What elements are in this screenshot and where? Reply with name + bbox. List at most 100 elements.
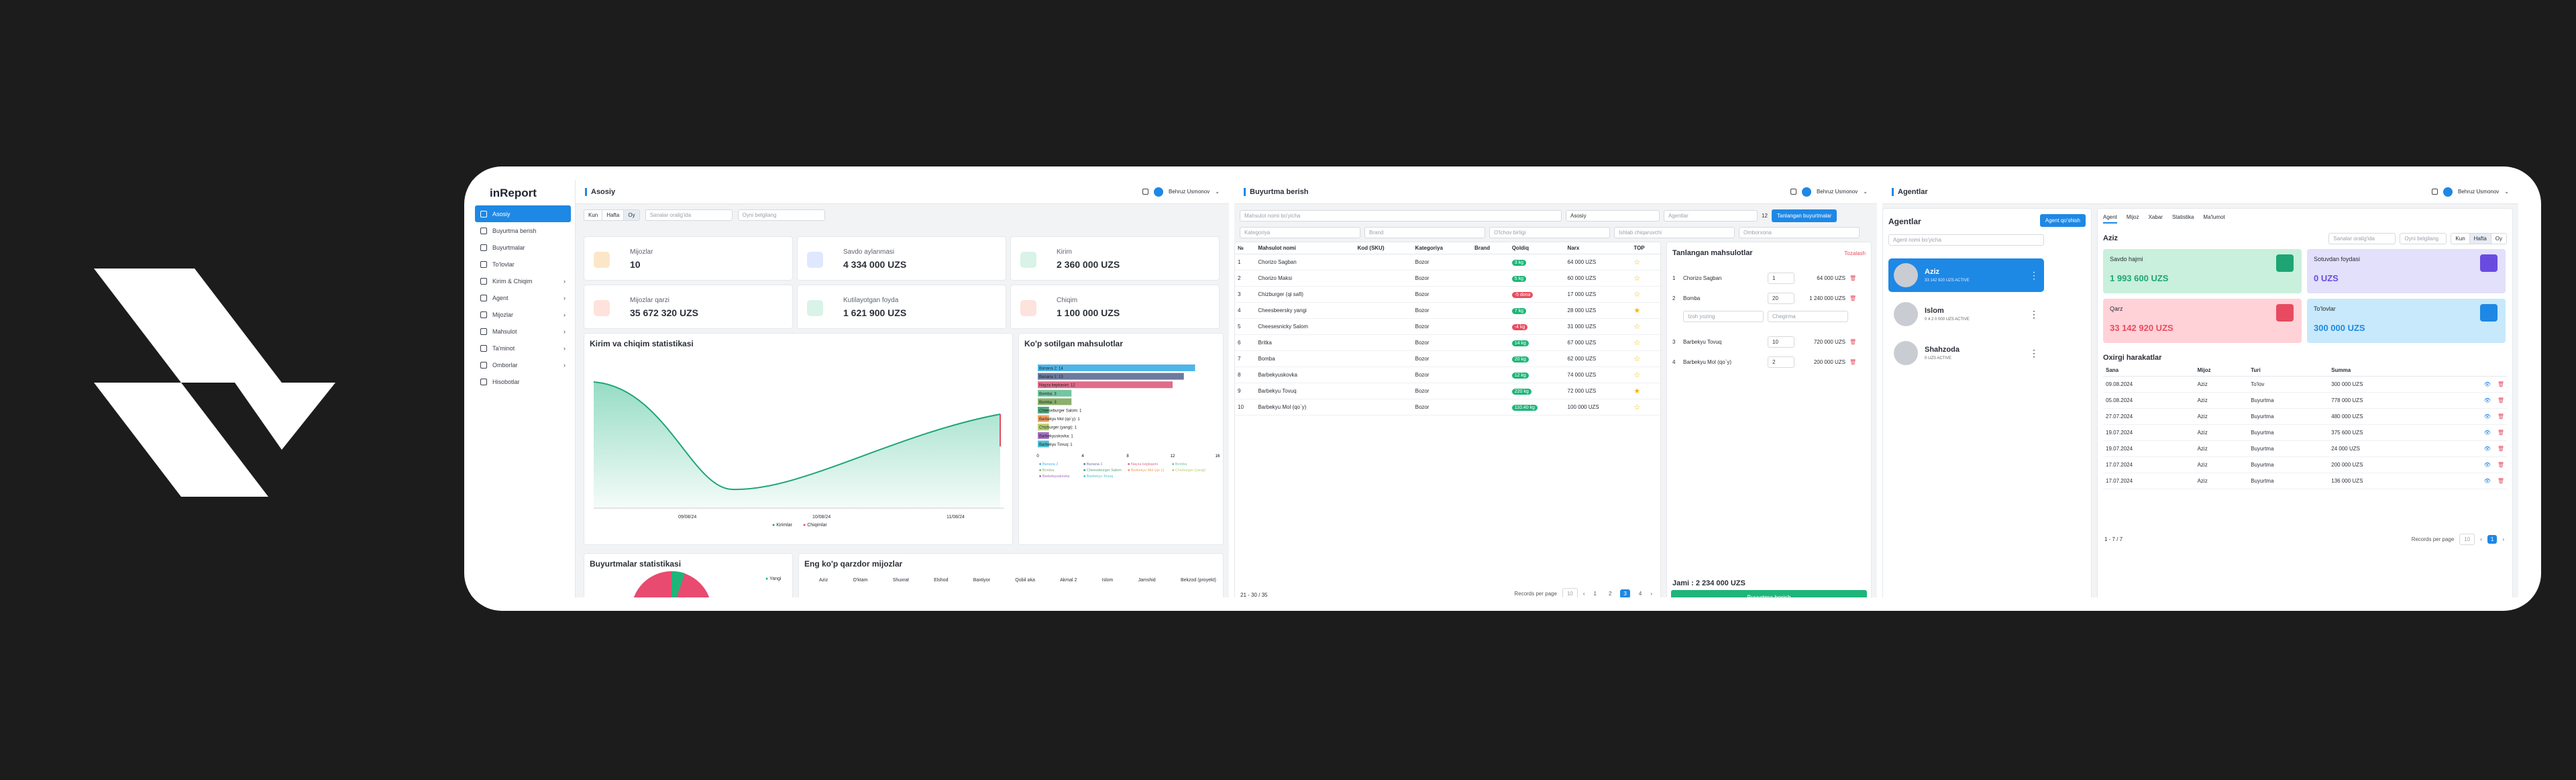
add-agent-button[interactable]: Agent qo'shish bbox=[2039, 214, 2086, 227]
star-icon[interactable]: ☆ bbox=[1633, 339, 1640, 347]
sidebar-item[interactable]: Omborlar › bbox=[475, 356, 571, 373]
trash-icon[interactable]: 🗑 bbox=[2498, 446, 2504, 452]
avatar[interactable] bbox=[1801, 187, 1811, 197]
table-row[interactable]: 10 Barbekyu Mol (qo`y) Bozor 110.40 kg 100 0… bbox=[1235, 399, 1660, 416]
star-icon[interactable]: ★ bbox=[1633, 307, 1640, 315]
period-day[interactable]: Kun bbox=[584, 210, 603, 220]
table-row[interactable]: 5 Cheesesnicky Salom Bozor -4 kg 31 000 UZS ☆ bbox=[1235, 318, 1660, 335]
filter-select[interactable]: O'lchov birligi bbox=[1489, 227, 1610, 238]
column-header[interactable]: Mahsulot nomi bbox=[1255, 242, 1355, 254]
table-row[interactable]: 4 Cheesbeersky yangi Bozor 7 kg 28 000 UZS ★ bbox=[1235, 302, 1660, 319]
period-day[interactable]: Kun bbox=[2451, 234, 2470, 244]
sidebar-item[interactable]: Mijozlar › bbox=[475, 306, 571, 323]
column-header[interactable]: Kategoriya bbox=[1412, 242, 1472, 254]
period-month[interactable]: Oy bbox=[2491, 234, 2506, 244]
date-range-input[interactable]: Sanalar oralig'ida bbox=[2328, 233, 2396, 244]
warehouse-select[interactable]: Asosiy bbox=[1566, 210, 1660, 222]
quantity-input[interactable]: 1 bbox=[1768, 272, 1794, 284]
eye-icon[interactable]: 👁 bbox=[2484, 381, 2491, 387]
next-page-icon[interactable]: › bbox=[2502, 536, 2504, 542]
eye-icon[interactable]: 👁 bbox=[2484, 430, 2491, 436]
period-toggle[interactable]: Kun Hafta Oy bbox=[584, 209, 640, 221]
note-input[interactable]: Izoh yozing bbox=[1683, 311, 1764, 322]
date-range-input[interactable]: Sanalar oralig'ida bbox=[645, 209, 733, 221]
filter-select[interactable]: Ishlab chiqaruvchi bbox=[1614, 227, 1735, 238]
tab[interactable]: Agent bbox=[2103, 214, 2117, 224]
filter-select[interactable]: Brand bbox=[1364, 227, 1485, 238]
page-button[interactable]: 2 bbox=[1605, 589, 1615, 597]
eye-icon[interactable]: 👁 bbox=[2484, 478, 2491, 484]
table-row[interactable]: 05.08.2024 Aziz Buyurtma 778 000 UZS 👁 🗑 bbox=[2103, 392, 2507, 409]
table-row[interactable]: 17.07.2024 Aziz Buyurtma 136 000 UZS 👁 🗑 bbox=[2103, 473, 2507, 489]
chevron-down-icon[interactable]: ⌄ bbox=[1863, 189, 1868, 195]
table-row[interactable]: 17.07.2024 Aziz Buyurtma 200 000 UZS 👁 🗑 bbox=[2103, 456, 2507, 473]
eye-icon[interactable]: 👁 bbox=[2484, 397, 2491, 403]
rpp-select[interactable]: 10 bbox=[2459, 534, 2475, 545]
quantity-input[interactable]: 2 bbox=[1768, 356, 1794, 368]
trash-icon[interactable]: 🗑 bbox=[1849, 275, 1856, 281]
table-row[interactable]: 19.07.2024 Aziz Buyurtma 24 000 UZS 👁 🗑 bbox=[2103, 440, 2507, 457]
star-icon[interactable]: ☆ bbox=[1633, 275, 1640, 283]
period-week[interactable]: Hafta bbox=[2469, 234, 2491, 244]
prev-page-icon[interactable]: ‹ bbox=[2480, 536, 2482, 542]
column-header[interactable]: Brand bbox=[1471, 242, 1509, 254]
tab[interactable]: Statistika bbox=[2172, 214, 2194, 224]
tab[interactable]: Xabar bbox=[2149, 214, 2163, 224]
more-vertical-icon[interactable]: ⋮ bbox=[2029, 348, 2039, 359]
page-button[interactable]: 1 bbox=[2487, 535, 2498, 544]
trash-icon[interactable]: 🗑 bbox=[2498, 478, 2504, 484]
user-name[interactable]: Behruz Usmonov bbox=[1817, 189, 1858, 195]
column-header[interactable]: № bbox=[1235, 242, 1256, 254]
agent-item[interactable]: Aziz 33 142 920 UZS ACTIVE ⋮ bbox=[1888, 258, 2044, 292]
table-row[interactable]: 3 Chizburger (qi safi) Bozor -5 dona 17 000 … bbox=[1235, 286, 1660, 303]
column-header[interactable]: TOP bbox=[1631, 242, 1660, 254]
star-icon[interactable]: ★ bbox=[1633, 387, 1640, 395]
column-header[interactable]: Qoldiq bbox=[1509, 242, 1565, 254]
trash-icon[interactable]: 🗑 bbox=[2498, 381, 2504, 387]
agent-search-input[interactable]: Agent nomi bo'yicha bbox=[1888, 234, 2044, 246]
table-row[interactable]: 1 Chorizo Sagban Bozor 3 kg 64 000 UZS ☆ bbox=[1235, 254, 1660, 271]
sidebar-item[interactable]: Buyurtma berish bbox=[475, 222, 571, 239]
filter-select[interactable]: Kategoriya bbox=[1240, 227, 1360, 238]
sidebar-item[interactable]: Mahsulot › bbox=[475, 323, 571, 340]
discount-input[interactable]: Chegirma bbox=[1768, 311, 1848, 322]
trash-icon[interactable]: 🗑 bbox=[2498, 430, 2504, 436]
column-header[interactable]: Kod (SKU) bbox=[1354, 242, 1413, 254]
user-name[interactable]: Behruz Usmonov bbox=[2458, 189, 2499, 195]
table-row[interactable]: 19.07.2024 Aziz Buyurtma 375 600 UZS 👁 🗑 bbox=[2103, 424, 2507, 441]
quantity-input[interactable]: 10 bbox=[1768, 336, 1794, 348]
table-row[interactable]: 2 Chorizo Maksi Bozor 5 kg 60 000 UZS ☆ bbox=[1235, 270, 1660, 287]
sidebar-item[interactable]: Asosiy bbox=[475, 205, 571, 222]
column-header[interactable]: Narx bbox=[1564, 242, 1631, 254]
star-icon[interactable]: ☆ bbox=[1633, 323, 1640, 331]
trash-icon[interactable]: 🗑 bbox=[2498, 413, 2504, 420]
chevron-down-icon[interactable]: ⌄ bbox=[2504, 189, 2509, 195]
agent-item[interactable]: Islom 0 4 2 0 000 UZS ACTIVE ⋮ bbox=[1888, 297, 2044, 331]
lock-icon[interactable] bbox=[1790, 189, 1796, 195]
page-button[interactable]: 4 bbox=[1635, 589, 1645, 597]
selected-orders-button[interactable]: Tanlangan buyurtmalar bbox=[1771, 209, 1837, 222]
table-row[interactable]: 09.08.2024 Aziz To'lov 300 000 UZS 👁 🗑 bbox=[2103, 376, 2507, 393]
star-icon[interactable]: ☆ bbox=[1633, 291, 1640, 299]
tab[interactable]: Ma'lumot bbox=[2203, 214, 2224, 224]
star-icon[interactable]: ☆ bbox=[1633, 258, 1640, 266]
star-icon[interactable]: ☆ bbox=[1633, 403, 1640, 411]
page-button[interactable]: 3 bbox=[1620, 589, 1630, 597]
month-input[interactable]: Oyni belgilang bbox=[2400, 233, 2447, 244]
rpp-select[interactable]: 10 bbox=[1562, 588, 1578, 597]
trash-icon[interactable]: 🗑 bbox=[1849, 339, 1856, 345]
page-button[interactable]: 1 bbox=[1591, 589, 1600, 597]
trash-icon[interactable]: 🗑 bbox=[1849, 295, 1856, 301]
clear-cart-button[interactable]: Tozalash bbox=[1844, 250, 1866, 256]
table-row[interactable]: 9 Barbekyu Tovuq Bozor 220 kg 72 000 UZS ★ bbox=[1235, 383, 1660, 399]
product-search-input[interactable]: Mahsulot nomi bo'yicha bbox=[1240, 210, 1562, 222]
sidebar-item[interactable]: To'lovlar bbox=[475, 256, 571, 273]
agent-item[interactable]: Shahzoda 0 UZS ACTIVE ⋮ bbox=[1888, 336, 2044, 370]
prev-page-icon[interactable]: ‹ bbox=[1583, 591, 1585, 597]
sidebar-item[interactable]: Ta'minot › bbox=[475, 340, 571, 356]
eye-icon[interactable]: 👁 bbox=[2484, 446, 2491, 452]
trash-icon[interactable]: 🗑 bbox=[1849, 359, 1856, 365]
next-page-icon[interactable]: › bbox=[1650, 591, 1652, 597]
agent-select[interactable]: Agentlar bbox=[1664, 210, 1758, 222]
lock-icon[interactable] bbox=[1142, 189, 1148, 195]
